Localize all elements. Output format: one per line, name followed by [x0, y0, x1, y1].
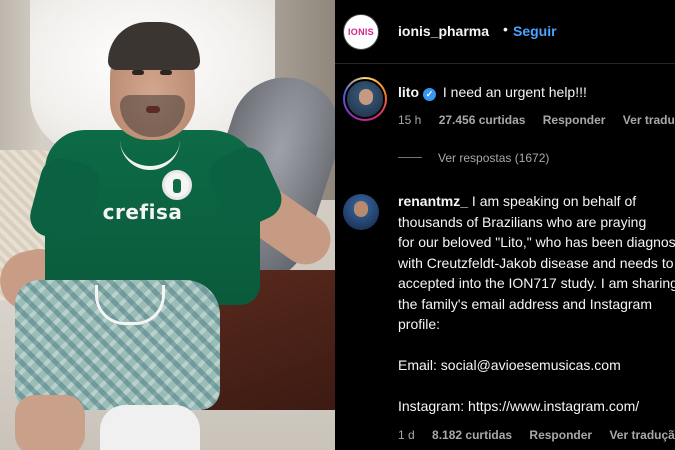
header-separator: •: [503, 21, 508, 37]
comment-meta-renantmz: 1 d 8.182 curtidas Responder Ver traduçã…: [398, 428, 675, 442]
mouth: [146, 106, 160, 113]
verified-badge-icon: ✓: [423, 88, 436, 101]
comment-email-line: Email: social@avioesemusicas.com: [398, 357, 621, 373]
comment-text-line: thousands of Brazilians who are praying: [398, 213, 647, 230]
jersey-sponsor-text: crefisa: [102, 200, 183, 224]
view-replies-button[interactable]: Ver respostas (1672): [398, 151, 549, 165]
comment-meta-lito: 15 h 27.456 curtidas Responder Ver tradu…: [398, 113, 675, 127]
left-eye: [132, 70, 144, 75]
translate-button[interactable]: Ver tradução: [623, 113, 675, 127]
comment-text-line: accepted into the ION717 study. I am sha…: [398, 275, 675, 291]
follow-button[interactable]: Seguir: [513, 23, 557, 39]
right-eye: [160, 70, 172, 75]
left-knee: [15, 395, 85, 450]
comment-text-line: I am speaking on behalf of: [471, 193, 637, 209]
comment-text-line: with Creutzfeldt-Jakob disease and needs…: [398, 254, 675, 271]
comments-panel[interactable]: IONIS ionis_pharma • Seguir lito ✓ I need…: [335, 0, 675, 450]
comment-text-line: the family's email address and Instagram: [398, 295, 653, 312]
comment-instagram-line: Instagram: https://www.instagram.com/: [398, 398, 640, 414]
comment-username[interactable]: renantmz_: [398, 193, 468, 209]
comment-username[interactable]: lito: [398, 84, 419, 100]
translate-button[interactable]: Ver tradução: [609, 428, 675, 442]
comment-blank-line: [398, 335, 675, 356]
comment-text-line: for our beloved "Lito," who has been dia…: [398, 234, 675, 250]
comment-lito: lito ✓ I need an urgent help!!!: [398, 84, 675, 101]
post-photo[interactable]: crefisa: [0, 0, 335, 450]
club-crest-icon: [162, 170, 192, 200]
author-avatar[interactable]: IONIS: [343, 14, 379, 50]
comment-text-line: profile:: [398, 316, 441, 332]
comment-renantmz: renantmz_ I am speaking on behalf of tho…: [398, 191, 675, 417]
replies-dash: [398, 157, 422, 158]
reply-button[interactable]: Responder: [543, 113, 606, 127]
comment-blank-line: [398, 376, 675, 397]
author-username[interactable]: ionis_pharma: [398, 23, 489, 39]
comment-time[interactable]: 15 h: [398, 113, 421, 127]
reply-button[interactable]: Responder: [529, 428, 592, 442]
comment-likes[interactable]: 27.456 curtidas: [439, 113, 526, 127]
view-replies-label: Ver respostas (1672): [438, 151, 550, 165]
comment-avatar-renantmz[interactable]: [343, 194, 379, 230]
white-compression-sock: [100, 405, 200, 450]
post-header: IONIS ionis_pharma • Seguir: [335, 0, 675, 64]
comment-time[interactable]: 1 d: [398, 428, 415, 442]
comment-avatar-lito[interactable]: [343, 77, 387, 121]
comment-text: I need an urgent help!!!: [442, 84, 587, 100]
author-avatar-logo: IONIS: [347, 27, 374, 37]
comment-likes[interactable]: 8.182 curtidas: [432, 428, 512, 442]
